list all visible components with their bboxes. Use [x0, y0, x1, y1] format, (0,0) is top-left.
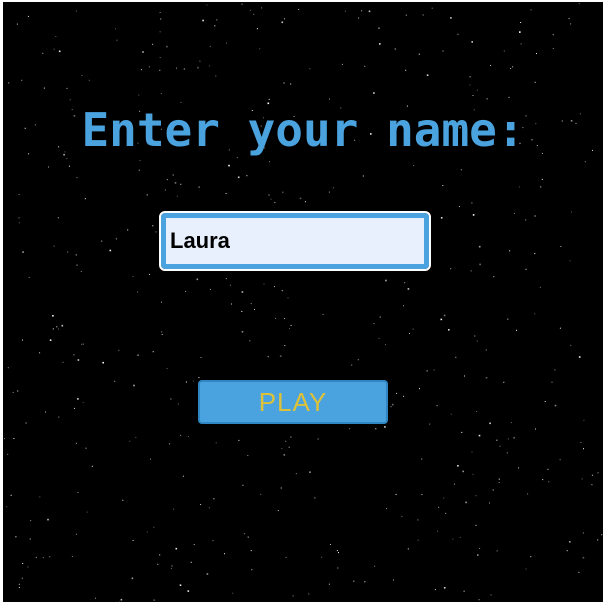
game-screen: Enter your name: PLAY: [3, 2, 603, 602]
starfield-background: [4, 3, 603, 602]
play-button[interactable]: PLAY: [198, 380, 388, 424]
page-title: Enter your name:: [81, 103, 525, 157]
name-input[interactable]: [159, 211, 431, 271]
